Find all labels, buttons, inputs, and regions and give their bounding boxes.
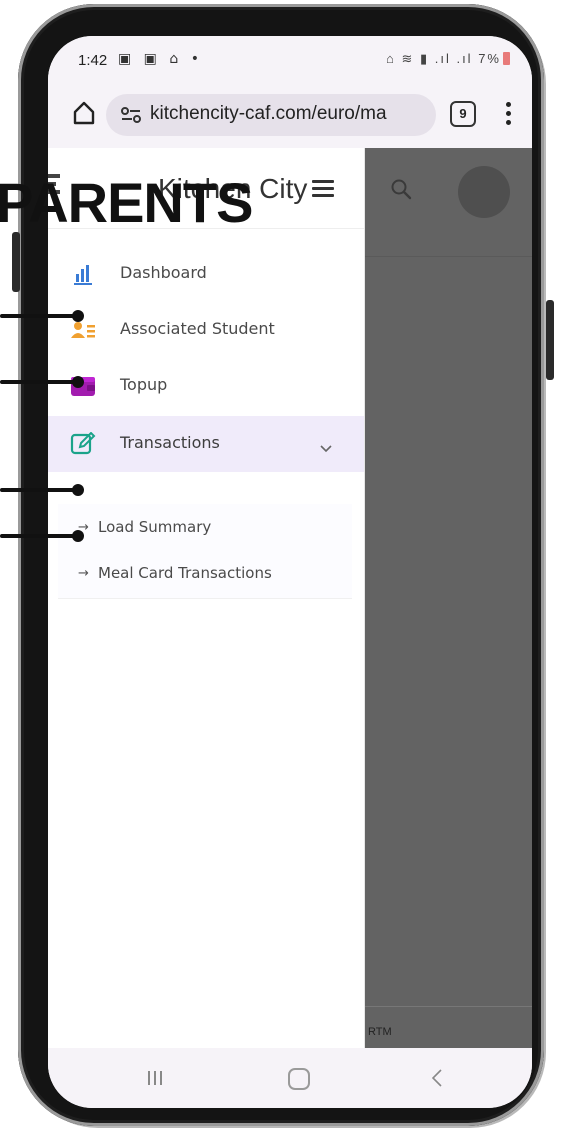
- id-card-icon: [70, 318, 96, 342]
- sidebar-item-label: Dashboard: [120, 263, 207, 282]
- site-settings-icon[interactable]: [120, 105, 142, 125]
- sidebar-item-label: Topup: [120, 375, 168, 394]
- system-navigation-bar: [48, 1048, 532, 1108]
- status-bar: 1:42 ▣ ▣ ⌂ • ⌂ ≋ ▮ .ıl .ıl 7%: [48, 36, 532, 84]
- signal-icons: ⌂ ≋ ▮ .ıl .ıl: [386, 51, 473, 66]
- sidebar-item-topup[interactable]: Topup: [48, 358, 364, 414]
- edit-icon: [70, 431, 96, 456]
- callout-line-load-summary: [0, 488, 76, 492]
- back-icon[interactable]: [431, 1069, 442, 1087]
- callout-dot: [72, 310, 84, 322]
- tab-switcher-button[interactable]: 9: [450, 101, 476, 127]
- bar-chart-icon: [70, 262, 96, 286]
- divider: [364, 1006, 532, 1007]
- hamburger-menu-icon[interactable]: [312, 180, 334, 198]
- status-time: 1:42: [78, 52, 108, 69]
- callout-line-meal-card-transactions: [0, 534, 76, 538]
- arrow-right-icon: →: [78, 566, 89, 581]
- submenu-item-meal-card-transactions[interactable]: → Meal Card Transactions: [58, 552, 352, 596]
- battery-percent: 7%: [478, 51, 501, 66]
- avatar[interactable]: [458, 166, 510, 218]
- callout-dot: [72, 530, 84, 542]
- address-bar[interactable]: kitchencity-caf.com/euro/ma: [106, 94, 436, 136]
- chevron-down-icon: [320, 438, 332, 453]
- transactions-submenu: → Load Summary → Meal Card Transactions: [58, 504, 352, 599]
- callout-dot: [72, 376, 84, 388]
- sidebar-item-dashboard[interactable]: Dashboard: [48, 246, 364, 302]
- submenu-item-label: Meal Card Transactions: [98, 564, 272, 582]
- more-menu-icon[interactable]: [506, 102, 512, 128]
- home-icon[interactable]: [72, 100, 96, 126]
- browser-toolbar: kitchencity-caf.com/euro/ma 9: [48, 84, 532, 148]
- search-icon[interactable]: [390, 178, 412, 200]
- callout-dot: [72, 484, 84, 496]
- annotation-title: PARENTS: [0, 171, 253, 234]
- sidebar-item-associated-student[interactable]: Associated Student: [48, 302, 364, 358]
- sidebar-item-transactions[interactable]: Transactions: [48, 416, 364, 472]
- recent-apps-icon[interactable]: [146, 1070, 164, 1086]
- url-text: kitchencity-caf.com/euro/ma: [150, 103, 387, 124]
- page-backdrop-overlay[interactable]: RTM: [364, 148, 532, 1048]
- home-button-icon[interactable]: [288, 1068, 310, 1090]
- notification-icons: ▣ ▣ ⌂ •: [118, 51, 203, 67]
- divider: [364, 256, 532, 257]
- callout-line-topup: [0, 380, 76, 384]
- submenu-item-label: Load Summary: [98, 518, 212, 536]
- submenu-item-load-summary[interactable]: → Load Summary: [58, 506, 352, 550]
- sidebar: Kitchen City Dashboard Associated Studen…: [48, 148, 365, 1048]
- battery-icon: [503, 52, 510, 65]
- power-button: [546, 300, 554, 380]
- callout-line-associated-student: [0, 314, 76, 318]
- sidebar-item-label: Transactions: [120, 433, 220, 452]
- sidebar-item-label: Associated Student: [120, 319, 275, 338]
- footer-text: RTM: [368, 1026, 392, 1038]
- system-status-icons: ⌂ ≋ ▮ .ıl .ıl 7%: [386, 51, 510, 67]
- volume-button: [12, 232, 20, 292]
